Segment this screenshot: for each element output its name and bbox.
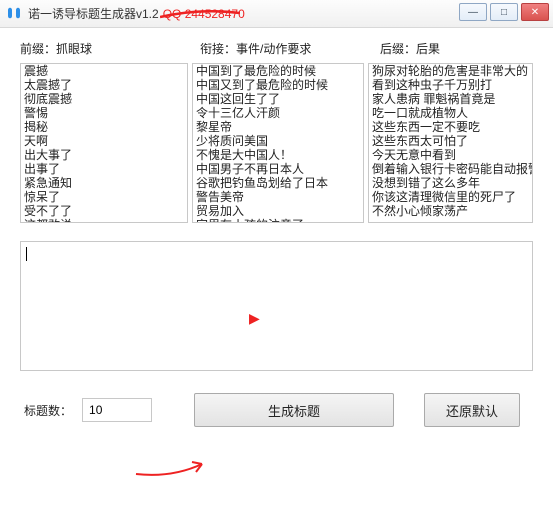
suffix-listbox[interactable]: 狗尿对轮胎的危害是非常大的看到这种虫子千万别打家人患病 罪魁祸首竟是吃一口就成植… bbox=[368, 63, 533, 223]
lists-row: 震撼太震撼了彻底震撼警惕揭秘天啊出大事了出事了紧急通知惊呆了受不了了这都敢说哪个… bbox=[20, 63, 533, 223]
list-item[interactable]: 中国男子不再日本人 bbox=[193, 162, 363, 176]
list-item[interactable]: 你该这清理微信里的死尸了 bbox=[369, 190, 532, 204]
list-item[interactable]: 震撼 bbox=[21, 64, 187, 78]
list-item[interactable]: 吃一口就成植物人 bbox=[369, 106, 532, 120]
list-item[interactable]: 家人患病 罪魁祸首竟是 bbox=[369, 92, 532, 106]
title-extra: QQ 244528470 bbox=[163, 7, 245, 21]
content-area: 前缀：抓眼球 衔接：事件/动作要求 后缀：后果 震撼太震撼了彻底震撼警惕揭秘天啊… bbox=[0, 28, 553, 435]
close-icon: ✕ bbox=[531, 7, 539, 18]
arrow-annotation bbox=[134, 456, 214, 483]
list-item[interactable]: 惊呆了 bbox=[21, 190, 187, 204]
count-label: 标题数： bbox=[24, 402, 72, 419]
list-item[interactable]: 家里有小孩的注意了 bbox=[193, 218, 363, 223]
list-item[interactable]: 警惕 bbox=[21, 106, 187, 120]
list-item[interactable]: 贸易加入 bbox=[193, 204, 363, 218]
list-item[interactable]: 彻底震撼 bbox=[21, 92, 187, 106]
restore-button[interactable]: 还原默认 bbox=[424, 393, 520, 427]
list-item[interactable]: 中国这回生了了 bbox=[193, 92, 363, 106]
bottom-row: 标题数： 生成标题 还原默认 bbox=[20, 393, 533, 427]
list-item[interactable]: 倒着输入银行卡密码能自动报警 bbox=[369, 162, 532, 176]
play-icon: ▶ bbox=[249, 310, 260, 327]
label-suffix: 后缀：后果 bbox=[380, 40, 533, 57]
generate-button[interactable]: 生成标题 bbox=[194, 393, 394, 427]
list-item[interactable]: 警告美帝 bbox=[193, 190, 363, 204]
titlebar: 诺一诱导标题生成器v1.2 QQ 244528470 — □ ✕ bbox=[0, 0, 553, 28]
app-title: 诺一诱导标题生成器v1.2 bbox=[28, 5, 159, 22]
list-item[interactable]: 谷歌把钓鱼岛划给了日本 bbox=[193, 176, 363, 190]
list-item[interactable]: 少将质问美国 bbox=[193, 134, 363, 148]
list-item[interactable]: 今天无意中看到 bbox=[369, 148, 532, 162]
list-item[interactable]: 受不了了 bbox=[21, 204, 187, 218]
restore-button-label: 还原默认 bbox=[446, 401, 498, 420]
generate-button-label: 生成标题 bbox=[268, 401, 320, 420]
window-controls: — □ ✕ bbox=[459, 3, 549, 21]
output-textarea[interactable]: ▶ bbox=[20, 241, 533, 371]
minimize-icon: — bbox=[468, 7, 478, 18]
list-item[interactable]: 狗尿对轮胎的危害是非常大的 bbox=[369, 64, 532, 78]
list-item[interactable]: 天啊 bbox=[21, 134, 187, 148]
list-item[interactable]: 太震撼了 bbox=[21, 78, 187, 92]
bridge-listbox[interactable]: 中国到了最危险的时候中国又到了最危险的时候中国这回生了了令十三亿人汗颜黎星帝少将… bbox=[192, 63, 364, 223]
list-item[interactable]: 没想到错了这么多年 bbox=[369, 176, 532, 190]
list-item[interactable]: 这些东西一定不要吃 bbox=[369, 120, 532, 134]
list-item[interactable]: 揭秘 bbox=[21, 120, 187, 134]
text-cursor bbox=[26, 247, 27, 261]
maximize-button[interactable]: □ bbox=[490, 3, 518, 21]
list-item[interactable]: 不然小心倾家荡产 bbox=[369, 204, 532, 218]
list-item[interactable]: 看到这种虫子千万别打 bbox=[369, 78, 532, 92]
list-item[interactable]: 出大事了 bbox=[21, 148, 187, 162]
list-item[interactable]: 出事了 bbox=[21, 162, 187, 176]
list-item[interactable]: 这些东西太可怕了 bbox=[369, 134, 532, 148]
count-input[interactable] bbox=[82, 398, 152, 422]
list-item[interactable]: 不愧是大中国人！ bbox=[193, 148, 363, 162]
list-item[interactable]: 黎星帝 bbox=[193, 120, 363, 134]
prefix-listbox[interactable]: 震撼太震撼了彻底震撼警惕揭秘天啊出大事了出事了紧急通知惊呆了受不了了这都敢说哪个… bbox=[20, 63, 188, 223]
label-prefix: 前缀：抓眼球 bbox=[20, 40, 200, 57]
output-area: ▶ bbox=[20, 241, 533, 371]
close-button[interactable]: ✕ bbox=[521, 3, 549, 21]
list-item[interactable]: 中国到了最危险的时候 bbox=[193, 64, 363, 78]
maximize-icon: □ bbox=[501, 7, 507, 18]
list-item[interactable]: 中国又到了最危险的时候 bbox=[193, 78, 363, 92]
list-item[interactable]: 令十三亿人汗颜 bbox=[193, 106, 363, 120]
minimize-button[interactable]: — bbox=[459, 3, 487, 21]
label-bridge: 衔接：事件/动作要求 bbox=[200, 40, 380, 57]
list-item[interactable]: 紧急通知 bbox=[21, 176, 187, 190]
column-labels: 前缀：抓眼球 衔接：事件/动作要求 后缀：后果 bbox=[20, 40, 533, 57]
app-icon bbox=[6, 6, 22, 22]
list-item[interactable]: 这都敢说 bbox=[21, 218, 187, 223]
